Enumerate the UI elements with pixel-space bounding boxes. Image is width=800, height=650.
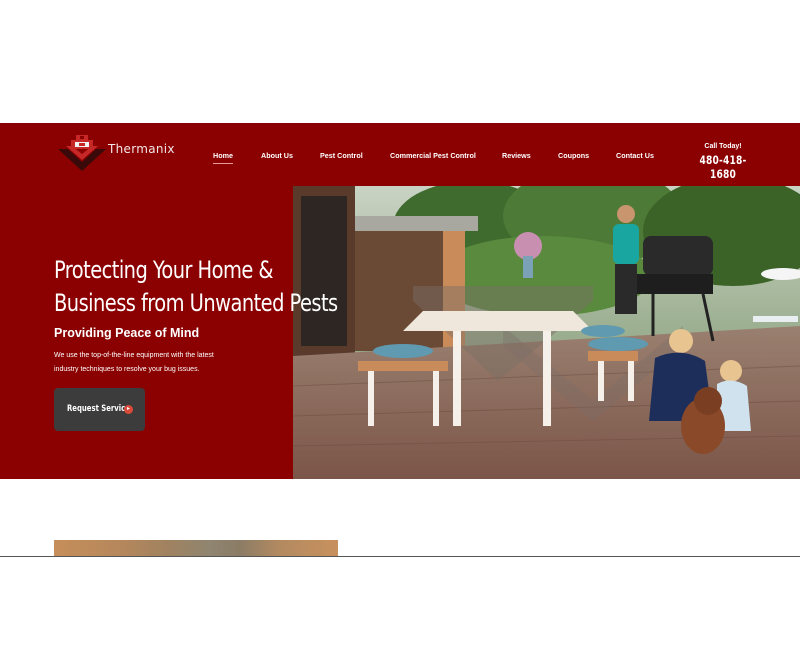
hero-subtitle: Providing Peace of Mind xyxy=(54,326,200,340)
section-divider xyxy=(0,556,800,557)
request-service-label: Request Service xyxy=(67,404,130,414)
nav-home[interactable]: Home xyxy=(213,151,233,164)
nav-pest-control[interactable]: Pest Control xyxy=(320,151,363,160)
nav-about-us[interactable]: About Us xyxy=(261,151,293,160)
hero-description-line-2: industry techniques to resolve your bug … xyxy=(54,366,200,373)
hero-description-line-1: We use the top-of-the-line equipment wit… xyxy=(54,352,214,359)
site-header: Thermanix Home About Us Pest Control Com… xyxy=(0,123,800,186)
phone-link[interactable]: 480-418-1680 xyxy=(692,153,754,181)
call-label: Call Today! xyxy=(704,143,742,150)
hero-section: Protecting Your Home & Business from Unw… xyxy=(0,186,800,479)
logo[interactable]: Thermanix xyxy=(56,133,196,173)
hero-title: Protecting Your Home & Business from Unw… xyxy=(54,254,351,320)
logo-icon xyxy=(58,135,106,171)
brand-name: Thermanix xyxy=(108,142,175,156)
hero-title-line-1: Protecting Your Home & xyxy=(54,256,274,284)
nav-reviews[interactable]: Reviews xyxy=(502,151,531,160)
nav-contact-us[interactable]: Contact Us xyxy=(616,151,654,160)
arrow-right-circle-icon: ▸ xyxy=(124,405,133,414)
request-service-button[interactable]: Request Service ▸ xyxy=(54,388,145,431)
content-image-preview xyxy=(54,540,338,556)
nav-commercial-pest-control[interactable]: Commercial Pest Control xyxy=(390,151,476,160)
nav-coupons[interactable]: Coupons xyxy=(558,151,589,160)
call-box: Call Today! 480-418-1680 xyxy=(688,143,758,181)
hero-text: Protecting Your Home & Business from Unw… xyxy=(54,254,384,377)
hero-description: We use the top-of-the-line equipment wit… xyxy=(54,349,234,377)
hero-title-line-2: Business from Unwanted Pests xyxy=(54,289,338,317)
